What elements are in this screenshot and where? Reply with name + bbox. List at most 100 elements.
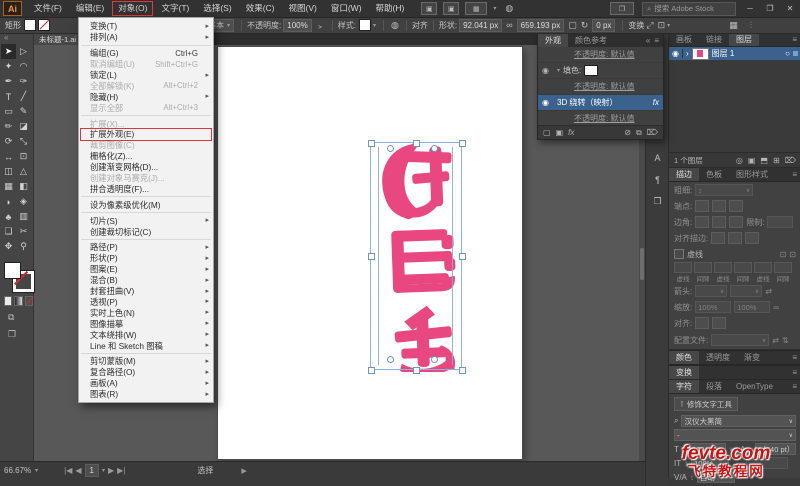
tab-appearance[interactable]: 外观	[538, 34, 568, 47]
gap-field[interactable]	[774, 262, 792, 273]
character-styles-icon[interactable]: A	[650, 151, 666, 164]
next-artboard-icon[interactable]: ▶	[108, 466, 114, 475]
minimize-button[interactable]: ─	[744, 4, 756, 13]
selection-bounding-box[interactable]	[370, 142, 462, 370]
scale-corners-icon[interactable]: ⤢	[646, 20, 653, 31]
tab-character[interactable]: 字符	[669, 380, 699, 393]
appearance-row-opacity[interactable]: 不透明度: 默认值	[538, 47, 663, 63]
eraser-tool[interactable]: ◪	[16, 119, 31, 134]
panel-menu-icon[interactable]: ≡	[792, 35, 797, 44]
gradient-tool[interactable]: ◧	[16, 179, 31, 194]
mesh-anchor[interactable]	[431, 145, 438, 152]
color-button[interactable]	[4, 296, 12, 306]
arrow-end-dropdown[interactable]: ∨	[730, 285, 762, 297]
prev-artboard-icon[interactable]: ◀	[75, 466, 81, 475]
arrow-align-end-button[interactable]	[712, 317, 726, 329]
mesh-anchor[interactable]	[387, 356, 394, 363]
tab-color-guide[interactable]: 颜色参考	[568, 34, 614, 47]
paragraph-styles-icon[interactable]: ¶	[650, 173, 666, 186]
status-expand-icon[interactable]: ▶	[241, 467, 246, 475]
workspace-switcher[interactable]: ❐	[610, 2, 634, 15]
duplicate-item-icon[interactable]: ⧉	[636, 128, 642, 138]
menu-item[interactable]: 图像描摹 ▸	[79, 318, 213, 329]
zoom-tool[interactable]: ⚲	[16, 239, 31, 254]
menu-item[interactable]: 隐藏(H) ▸	[79, 91, 213, 102]
magic-wand-tool[interactable]: ✦	[1, 59, 16, 74]
touch-type-tool-button[interactable]: ⊺ 修饰文字工具	[674, 397, 738, 411]
paintbrush-tool[interactable]: ✎	[16, 104, 31, 119]
menu-item[interactable]: 混合(B) ▸	[79, 275, 213, 286]
lasso-tool[interactable]: ◠	[16, 59, 31, 74]
corner-radius-field[interactable]: 0 px	[592, 19, 615, 32]
fx-icon[interactable]: fx	[653, 98, 659, 107]
align-label[interactable]: 对齐	[412, 20, 428, 31]
selection-handle[interactable]	[368, 140, 375, 147]
arrow-scale-start-field[interactable]: 100%	[695, 301, 731, 313]
align-center-button[interactable]	[711, 232, 725, 244]
draw-mode-icon[interactable]: ⧉	[8, 312, 33, 323]
link-dimensions-icon[interactable]: ∞	[506, 20, 512, 30]
opacity-popup-icon[interactable]: ﹥	[316, 19, 325, 32]
symbol-sprayer-tool[interactable]: ♣	[1, 209, 16, 224]
link-scale-icon[interactable]: ∞	[773, 303, 779, 312]
tab-transform[interactable]: 变换	[669, 366, 699, 379]
selection-handle[interactable]	[459, 367, 466, 374]
line-tool[interactable]: ╱	[16, 89, 31, 104]
hand-tool[interactable]: ✥	[1, 239, 16, 254]
fill-color-swatch[interactable]	[584, 65, 598, 76]
dashed-line-checkbox[interactable]	[674, 249, 684, 259]
align-inside-button[interactable]	[728, 232, 742, 244]
visibility-eye-icon[interactable]: ◉	[542, 66, 554, 75]
stock-search[interactable]: ⌕ 搜索 Adobe Stock	[642, 2, 736, 16]
menu-item[interactable]: 设为像素级优化(M) ▸	[79, 199, 213, 210]
width-tool[interactable]: ↔	[1, 149, 16, 164]
restore-button[interactable]: ❐	[764, 4, 776, 13]
collapse-panel-icon[interactable]: «	[4, 33, 8, 42]
scale-tool[interactable]: ⤡	[16, 134, 31, 149]
gap-field[interactable]	[694, 262, 712, 273]
column-graph-tool[interactable]: ▥	[16, 209, 31, 224]
swap-arrows-icon[interactable]: ⇄	[765, 287, 772, 296]
toolbar-icon-a[interactable]: ▣	[421, 2, 437, 15]
panel-menu-icon[interactable]: ⫶	[750, 20, 752, 31]
close-button[interactable]: ✕	[784, 4, 796, 13]
new-layer-icon[interactable]: ⊞	[773, 156, 780, 165]
curvature-tool[interactable]: ✑	[16, 74, 31, 89]
arrow-align-tip-button[interactable]	[695, 317, 709, 329]
corner-miter-button[interactable]	[695, 216, 709, 228]
menu[interactable]: 文件(F)	[27, 0, 69, 17]
cap-butt-button[interactable]	[695, 200, 709, 212]
free-transform-tool[interactable]: ⊡	[16, 149, 31, 164]
style-chevron-icon[interactable]: ▾	[373, 22, 376, 29]
shape-builder-tool[interactable]: ◫	[1, 164, 16, 179]
layer-row[interactable]: ◉ › 图层 1 ○	[669, 47, 800, 60]
direct-selection-tool[interactable]: ▷	[16, 44, 31, 59]
tab-color[interactable]: 颜色	[669, 351, 699, 364]
appearance-row-3d-effect[interactable]: ◉ 3D 绕转（映射） fx	[538, 95, 663, 111]
menu-item[interactable]: 取消编组(U) Shift+Ctrl+G ▸	[79, 59, 213, 70]
dash-field[interactable]	[754, 262, 772, 273]
menu[interactable]: 帮助(H)	[369, 0, 412, 17]
shape-width-field[interactable]: 92.041 px	[459, 19, 502, 32]
panel-grid-icon[interactable]: ▦	[729, 20, 738, 31]
pen-tool[interactable]: ✒	[1, 74, 16, 89]
menu-item[interactable]: 画板(A) ▸	[79, 378, 213, 389]
pencil-tool[interactable]: ✏	[1, 119, 16, 134]
menu-item[interactable]: 图表(R) ▸	[79, 389, 213, 400]
menu[interactable]: 窗口(W)	[324, 0, 369, 17]
appearance-row-opacity[interactable]: 不透明度: 默认值	[538, 111, 663, 126]
type-tool[interactable]: T	[1, 89, 16, 104]
menu-item[interactable]: Line 和 Sketch 图稿 ▸	[79, 340, 213, 351]
collapse-panel-icon[interactable]: «	[646, 36, 650, 45]
menu-item[interactable]: 切片(S) ▸	[79, 215, 213, 226]
arrange-documents-icon[interactable]: ▦	[465, 2, 487, 15]
libraries-icon[interactable]: ❐	[650, 195, 666, 208]
flip-across-icon[interactable]: ⇅	[782, 336, 789, 345]
visibility-eye-icon[interactable]: ◉	[669, 49, 683, 58]
menu-item[interactable]: 拼合透明度(F)... ▸	[79, 183, 213, 194]
arrange-documents-arrow-icon[interactable]: ▾	[493, 5, 496, 12]
eyedropper-tool[interactable]: ◗	[1, 194, 16, 209]
menu[interactable]: 文字(T)	[154, 0, 196, 17]
appearance-row-fill[interactable]: ◉ ▾ 填色:	[538, 63, 663, 79]
more-chevron-icon[interactable]: ▾	[667, 22, 670, 29]
